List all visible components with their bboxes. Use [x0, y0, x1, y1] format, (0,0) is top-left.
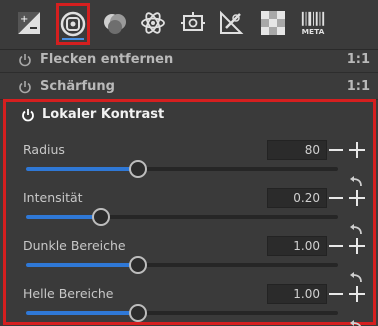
slider-knob[interactable] — [129, 256, 148, 274]
slider-radius: Radius 80 — [6, 140, 373, 190]
slider-intensity: Intensität 0.20 — [6, 188, 373, 238]
exposure-tab[interactable]: + — [12, 5, 46, 41]
slider-knob[interactable] — [129, 304, 148, 322]
power-icon[interactable] — [21, 108, 35, 122]
exposure-plus-minus-icon: + — [18, 12, 40, 34]
reset-arrow-icon[interactable] — [349, 224, 363, 236]
decrement-button[interactable] — [329, 197, 343, 199]
panel-title: Lokaler Kontrast — [42, 107, 165, 122]
geometry-frame-icon — [181, 12, 205, 31]
detail-tab[interactable] — [56, 3, 90, 45]
color-tab[interactable] — [98, 5, 132, 41]
power-icon[interactable] — [18, 80, 32, 94]
slider-track[interactable] — [26, 160, 338, 178]
checkerboard-icon — [261, 11, 285, 35]
slider-label: Dunkle Bereiche — [23, 238, 126, 253]
slider-fill — [26, 167, 139, 171]
local-contrast-panel: Lokaler Kontrast Radius 80 Intensität 0.… — [3, 99, 376, 326]
slider-fill — [26, 263, 139, 267]
slider-track[interactable] — [26, 208, 338, 226]
active-tab-indicator — [62, 38, 84, 40]
reset-arrow-icon[interactable] — [349, 176, 363, 188]
slider-fill — [26, 215, 101, 219]
meta-label: META — [302, 27, 325, 36]
detail-lens-icon — [60, 11, 86, 37]
slider-shadows: Dunkle Bereiche 1.00 — [6, 236, 373, 286]
reset-arrow-icon[interactable] — [349, 320, 363, 326]
panel-header[interactable]: Lokaler Kontrast — [6, 102, 373, 130]
metadata-tab[interactable]: META — [296, 5, 330, 41]
reset-arrow-icon[interactable] — [349, 272, 363, 284]
tool-row-sharpening[interactable]: Schärfung 1:1 — [0, 74, 378, 100]
tool-tab-bar: + META — [0, 0, 378, 50]
tool-row-spot-removal[interactable]: Flecken entfernen 1:1 — [0, 47, 378, 73]
slider-value-field[interactable]: 1.00 — [267, 236, 327, 256]
power-icon[interactable] — [18, 53, 32, 67]
slider-label: Helle Bereiche — [23, 286, 114, 301]
tool-row-label: Schärfung — [40, 79, 115, 94]
decrement-button[interactable] — [329, 293, 343, 295]
slider-knob[interactable] — [91, 208, 110, 226]
zoom-ratio-badge: 1:1 — [346, 79, 370, 94]
slider-track[interactable] — [26, 256, 338, 274]
metadata-barcode-icon: META — [302, 11, 325, 36]
raw-tab[interactable] — [214, 5, 248, 41]
color-blobs-icon — [104, 14, 126, 34]
slider-label: Intensität — [23, 190, 83, 205]
slider-value-field[interactable]: 0.20 — [267, 188, 327, 208]
transform-tab[interactable] — [176, 5, 210, 41]
zoom-ratio-badge: 1:1 — [346, 52, 370, 67]
slider-highlights: Helle Bereiche 1.00 — [6, 284, 373, 326]
filmstrip-tab[interactable] — [256, 5, 290, 41]
decrement-button[interactable] — [329, 245, 343, 247]
slider-fill — [26, 311, 139, 315]
slider-track[interactable] — [26, 304, 338, 322]
slider-knob[interactable] — [129, 160, 148, 178]
slider-value-field[interactable]: 1.00 — [267, 284, 327, 304]
slider-value-field[interactable]: 80 — [267, 140, 327, 160]
retouch-tools-icon — [220, 10, 244, 34]
advanced-tab[interactable] — [136, 5, 170, 41]
svg-text:+: + — [20, 14, 28, 25]
decrement-button[interactable] — [329, 149, 343, 151]
slider-label: Radius — [23, 142, 65, 157]
atom-icon — [141, 12, 165, 34]
tool-row-label: Flecken entfernen — [40, 52, 174, 67]
